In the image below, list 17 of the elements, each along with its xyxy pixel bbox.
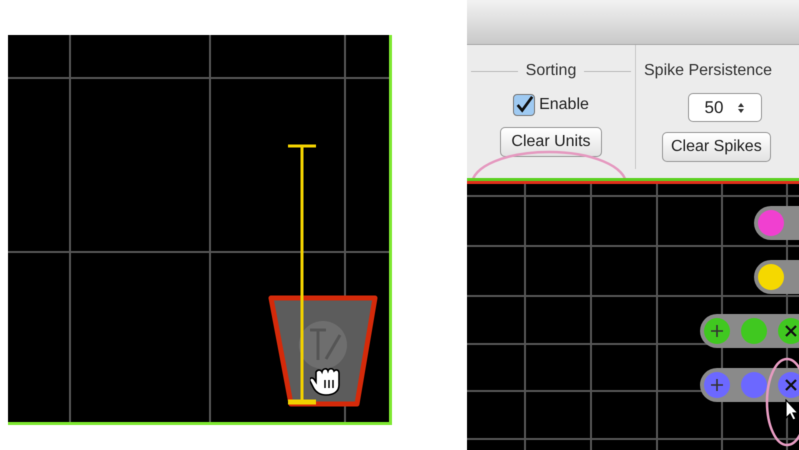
clear-spikes-button[interactable]: Clear Spikes	[662, 132, 771, 162]
range-marker-icon[interactable]	[286, 144, 318, 406]
plus-icon	[710, 378, 724, 392]
persistence-stepper[interactable]: 50	[688, 93, 762, 122]
clear-units-button[interactable]: Clear Units	[500, 127, 602, 157]
enable-checkbox[interactable]: Enable	[513, 93, 589, 117]
close-icon	[785, 379, 797, 391]
delete-unit-button[interactable]	[778, 372, 799, 398]
add-unit-button[interactable]	[704, 372, 730, 398]
delete-unit-button[interactable]	[778, 318, 799, 344]
checkbox-box[interactable]	[513, 94, 536, 116]
group-title: Sorting	[526, 61, 576, 81]
plus-icon	[710, 324, 724, 338]
stepper-arrows-icon	[737, 102, 746, 114]
close-icon	[785, 325, 797, 337]
group-title: Spike Persistence	[644, 61, 772, 81]
add-unit-button[interactable]	[704, 318, 730, 344]
